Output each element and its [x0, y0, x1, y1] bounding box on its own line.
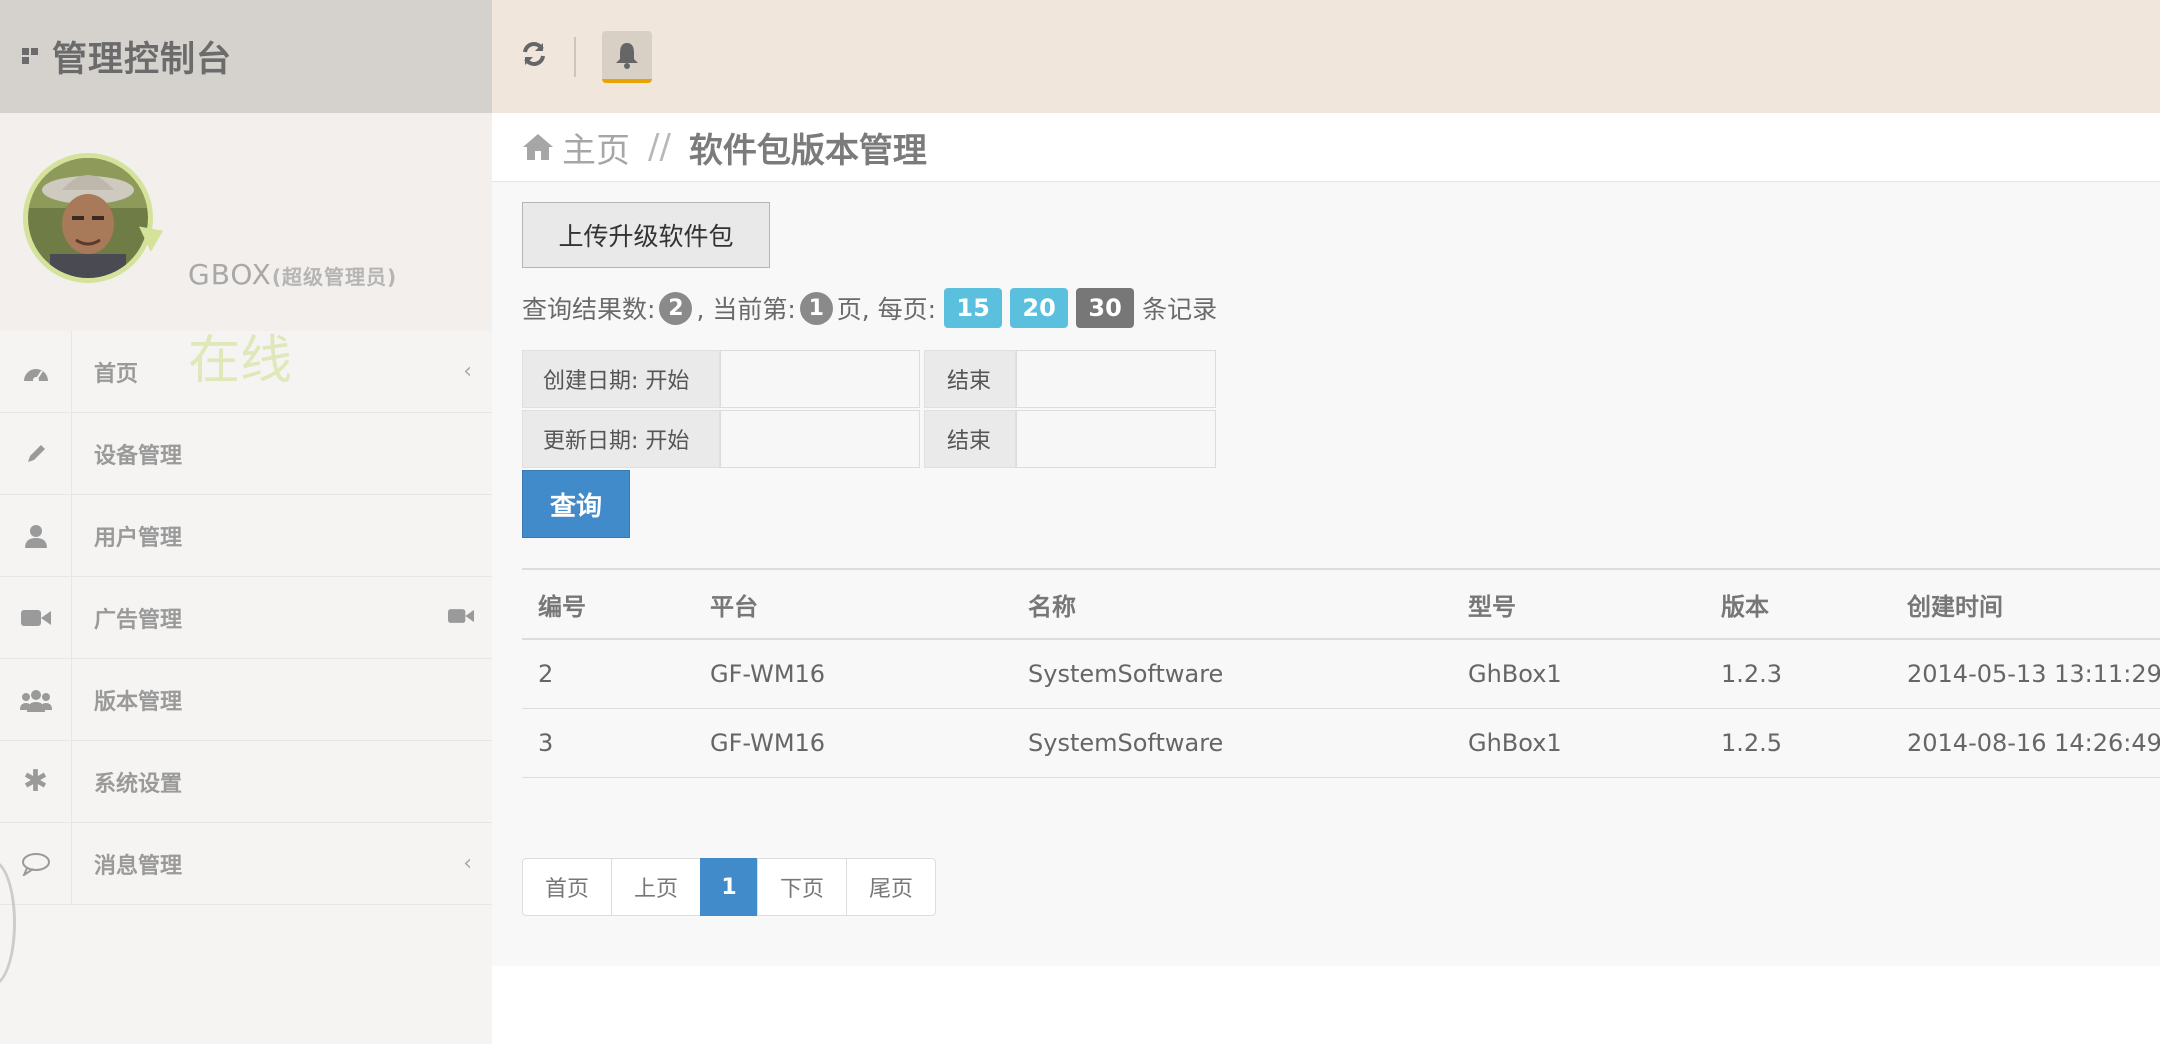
page-size-20[interactable]: 20 [1010, 288, 1069, 328]
breadcrumb-home[interactable]: 主页 [522, 123, 630, 172]
updated-end-label: 结束 [924, 410, 1016, 468]
updated-start-input[interactable] [720, 410, 920, 468]
sidebar-item-devices[interactable]: 设备管理 [0, 413, 492, 495]
table-header: 编号 平台 名称 型号 版本 创建时间 [522, 570, 2160, 640]
column-header[interactable]: 型号 [1452, 587, 1705, 622]
package-table: 编号 平台 名称 型号 版本 创建时间 2 GF-WM16 SystemSoft… [522, 568, 2160, 778]
video-camera-icon [448, 607, 474, 629]
asterisk-icon: ✱ [0, 741, 72, 822]
sidebar-item-label: 设备管理 [94, 443, 183, 469]
table-cell: 2014-05-13 13:11:29 [1907, 660, 2160, 688]
table-cell: SystemSoftware [1028, 660, 1224, 688]
table-cell: 2 [538, 660, 554, 688]
upload-package-button[interactable]: 上传升级软件包 [522, 202, 770, 268]
sidebar-item-users[interactable]: 用户管理 [0, 495, 492, 577]
last-page-link[interactable]: 尾页 [846, 858, 936, 916]
sidebar-item-label: 系统设置 [94, 771, 183, 797]
sidebar-item-ads[interactable]: 广告管理 [0, 577, 492, 659]
date-filter: 创建日期: 开始 结束 更新日期: 开始 结束 [522, 350, 1216, 470]
avatar[interactable] [23, 153, 153, 283]
main-content: 上传升级软件包 查询结果数: 2 , 当前第: 1 页, 每页: 15 20 3… [492, 182, 2160, 966]
sidebar-item-label: 用户管理 [94, 525, 183, 551]
column-header[interactable]: 编号 [522, 587, 694, 622]
chevron-left-icon: ‹ [463, 851, 472, 876]
updated-date-row: 更新日期: 开始 结束 [522, 410, 1216, 468]
query-summary: 查询结果数: 2 , 当前第: 1 页, 每页: 15 20 30 条记录 [522, 288, 1217, 328]
total-label: 查询结果数: [522, 295, 656, 324]
current-page-label: , 当前第: [696, 295, 796, 324]
per-page-label: 页, 每页: [836, 295, 937, 324]
pencil-icon [0, 413, 72, 494]
pagination: 首页 上页 1 下页 尾页 [522, 858, 936, 916]
table-cell: GhBox1 [1468, 729, 1562, 757]
top-bar [492, 0, 2160, 113]
table-cell: GF-WM16 [710, 729, 826, 757]
app-title: 管理控制台 [52, 40, 233, 80]
sidebar-item-label: 首页 [94, 361, 139, 387]
page-title: 软件包版本管理 [688, 130, 927, 171]
created-start-input[interactable] [720, 350, 920, 408]
user-profile: GBOX(超级管理员) 在线 [0, 113, 492, 391]
current-page-link[interactable]: 1 [700, 858, 758, 916]
records-label: 条记录 [1142, 295, 1218, 324]
sidebar-item-label: 版本管理 [94, 689, 183, 715]
first-page-link[interactable]: 首页 [522, 858, 612, 916]
user-icon [0, 495, 72, 576]
next-page-link[interactable]: 下页 [757, 858, 847, 916]
breadcrumb: 主页 // 软件包版本管理 [492, 113, 2160, 182]
created-start-label: 创建日期: 开始 [522, 350, 720, 408]
toolbar-divider [574, 36, 576, 77]
sidebar-item-versions[interactable]: 版本管理 [0, 659, 492, 741]
query-button[interactable]: 查询 [522, 470, 630, 538]
table-cell: GhBox1 [1468, 660, 1562, 688]
chevron-left-icon: ‹ [463, 359, 472, 384]
table-row[interactable]: 2 GF-WM16 SystemSoftware GhBox1 1.2.3 20… [522, 640, 2160, 709]
created-end-input[interactable] [1016, 350, 1216, 408]
created-date-row: 创建日期: 开始 结束 [522, 350, 1216, 408]
grid-icon [22, 47, 40, 66]
total-count-badge: 2 [659, 291, 693, 325]
user-name: GBOX [188, 258, 272, 291]
user-role: (超级管理员) [271, 265, 398, 289]
updated-start-label: 更新日期: 开始 [522, 410, 720, 468]
prev-page-link[interactable]: 上页 [611, 858, 701, 916]
dashboard-icon [0, 331, 72, 412]
column-header[interactable]: 版本 [1705, 587, 1891, 622]
video-camera-icon [0, 577, 72, 658]
sidebar-item-home[interactable]: 首页 ‹ [0, 331, 492, 413]
breadcrumb-home-label: 主页 [562, 130, 630, 171]
column-header[interactable]: 名称 [1012, 587, 1452, 622]
profile-name: GBOX(超级管理员) [188, 258, 397, 291]
sidebar: 管理控制台 GBOX(超级管理员) 在线 首页 ‹ 设备管理 用户管理 广告管理… [0, 0, 492, 1044]
table-cell: 1.2.3 [1721, 660, 1783, 688]
sidebar-item-messages[interactable]: 消息管理 ‹ [0, 823, 492, 905]
table-cell: 1.2.5 [1721, 729, 1783, 757]
refresh-icon[interactable] [520, 38, 548, 76]
column-header[interactable]: 平台 [694, 587, 1012, 622]
breadcrumb-separator: // [648, 127, 671, 167]
current-page-badge: 1 [799, 291, 833, 325]
table-cell: 3 [538, 729, 554, 757]
table-cell: 2014-08-16 14:26:49 [1907, 729, 2160, 757]
page-size-30[interactable]: 30 [1076, 288, 1135, 328]
page-size-15[interactable]: 15 [944, 288, 1003, 328]
table-cell: GF-WM16 [710, 660, 826, 688]
bell-icon [616, 42, 638, 69]
created-end-label: 结束 [924, 350, 1016, 408]
updated-end-input[interactable] [1016, 410, 1216, 468]
table-row[interactable]: 3 GF-WM16 SystemSoftware GhBox1 1.2.5 20… [522, 709, 2160, 778]
users-icon [0, 659, 72, 740]
home-icon [523, 134, 553, 160]
table-cell: SystemSoftware [1028, 729, 1224, 757]
sidebar-item-label: 广告管理 [94, 607, 183, 633]
sidebar-nav: 首页 ‹ 设备管理 用户管理 广告管理 版本管理 ✱ 系统设置 消息管理 ‹ [0, 331, 492, 905]
column-header[interactable]: 创建时间 [1891, 587, 2160, 622]
sidebar-item-settings[interactable]: ✱ 系统设置 [0, 741, 492, 823]
notification-button[interactable] [602, 30, 652, 83]
brand: 管理控制台 [0, 0, 492, 113]
sidebar-item-label: 消息管理 [94, 853, 183, 879]
